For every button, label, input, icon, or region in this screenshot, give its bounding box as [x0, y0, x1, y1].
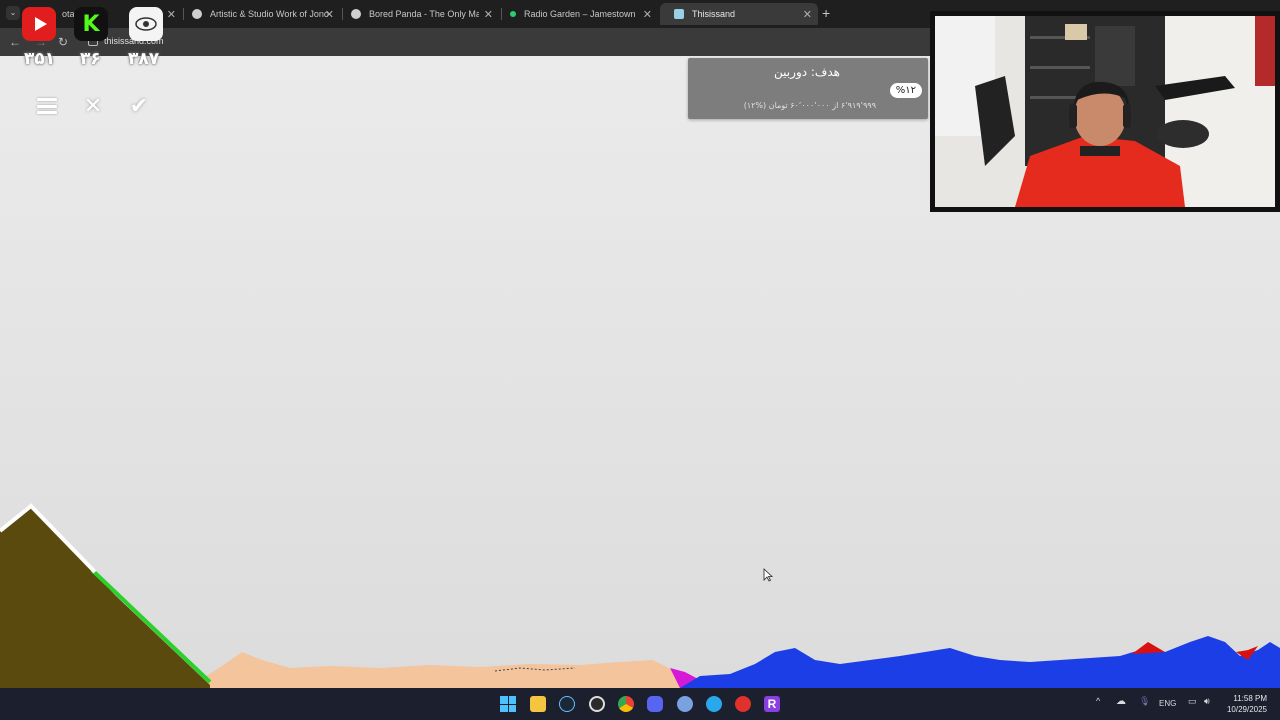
dark-sand-mountain — [0, 506, 210, 688]
tray-chevron-icon[interactable]: ^ — [1096, 696, 1100, 706]
clock-date: 10/29/2025 — [1226, 705, 1267, 714]
tab-title: Radio Garden – Jamestown — [524, 9, 636, 19]
r-app-icon[interactable]: R — [764, 696, 780, 712]
network-icon[interactable]: ▭ — [1188, 696, 1197, 707]
tab-favicon — [351, 9, 361, 19]
tab-favicon — [674, 9, 684, 19]
discord-icon[interactable] — [647, 696, 663, 712]
tab-favicon — [510, 11, 516, 17]
kick-viewer-count: ۳۶ — [80, 49, 101, 69]
volume-icon[interactable]: 🔊︎ — [1204, 696, 1210, 707]
new-tab-button[interactable]: + — [822, 5, 830, 21]
tab-thisissand[interactable]: Thisissand ✕ — [660, 3, 818, 25]
tab-close-icon[interactable]: ✕ — [643, 8, 652, 21]
steam-icon[interactable] — [559, 696, 575, 712]
clock-time: 11:58 PM — [1233, 694, 1267, 703]
youtube-icon — [22, 7, 56, 41]
onedrive-icon[interactable]: ☁ — [1116, 696, 1126, 707]
tab-search-button[interactable]: ⌄ — [6, 6, 20, 20]
app-icon[interactable] — [677, 696, 693, 712]
eye-icon — [129, 7, 163, 41]
tab-close-icon[interactable]: ✕ — [803, 8, 812, 21]
goal-amount-text: ۶٬۹۱۹٬۹۹۹ از ۶۰٬۰۰۰٬۰۰۰ تومان (%۱۲) — [743, 101, 876, 110]
water-body — [680, 636, 1280, 688]
menu-icon[interactable] — [36, 95, 58, 117]
app-red-icon[interactable] — [735, 696, 751, 712]
mouse-cursor-icon — [763, 568, 773, 582]
windows-start-icon[interactable] — [500, 696, 516, 712]
tab-radio-garden[interactable]: Radio Garden – Jamestown ✕ — [496, 3, 658, 25]
file-explorer-icon[interactable] — [530, 696, 546, 712]
check-icon[interactable]: ✔ — [128, 95, 150, 117]
tab-close-icon[interactable]: ✕ — [325, 8, 334, 21]
obs-icon[interactable] — [589, 696, 605, 712]
tab-close-icon[interactable]: ✕ — [484, 8, 493, 21]
tab-title: Thisissand — [692, 9, 736, 19]
mic-icon[interactable]: 🎙︎ — [1139, 696, 1150, 707]
youtube-viewer-count: ۳۵۱ — [24, 49, 56, 69]
donation-goal-widget: هدف: دوربین %۱۲ ۶٬۹۱۹٬۹۹۹ از ۶۰٬۰۰۰٬۰۰۰ … — [688, 58, 928, 119]
goal-title: هدف: دوربین — [774, 65, 840, 79]
tab-artistic-studio[interactable]: Artistic & Studio Work of Jono ✕ — [178, 3, 340, 25]
kick-icon: K — [74, 7, 108, 41]
chrome-icon[interactable] — [618, 696, 634, 712]
lava-patch — [1132, 642, 1165, 654]
webcam-scene — [935, 16, 1275, 207]
language-indicator[interactable]: ENG — [1159, 699, 1176, 708]
telegram-icon[interactable] — [706, 696, 722, 712]
light-sand-pile — [200, 652, 690, 688]
total-viewer-count: ۳۸۷ — [128, 49, 160, 69]
system-clock[interactable]: 11:58 PM 10/29/2025 — [1227, 693, 1267, 715]
reload-icon[interactable]: ↻ — [58, 35, 68, 49]
windows-taskbar: R ^ ☁ 🎙︎ ENG ▭ 🔊︎ 11:58 PM 10/29/2025 — [0, 688, 1280, 720]
webcam-overlay — [930, 11, 1280, 212]
tab-title: Artistic & Studio Work of Jono — [210, 9, 329, 19]
tab-favicon — [192, 9, 202, 19]
tab-bored-panda[interactable]: Bored Panda - The Only Magaz ✕ — [337, 3, 499, 25]
tab-close-icon[interactable]: ✕ — [167, 8, 176, 21]
close-icon[interactable]: ✕ — [82, 95, 104, 117]
tab-title: Bored Panda - The Only Magaz — [369, 9, 479, 19]
back-icon[interactable]: ← — [9, 35, 21, 49]
goal-percent-badge: %۱۲ — [889, 83, 922, 98]
